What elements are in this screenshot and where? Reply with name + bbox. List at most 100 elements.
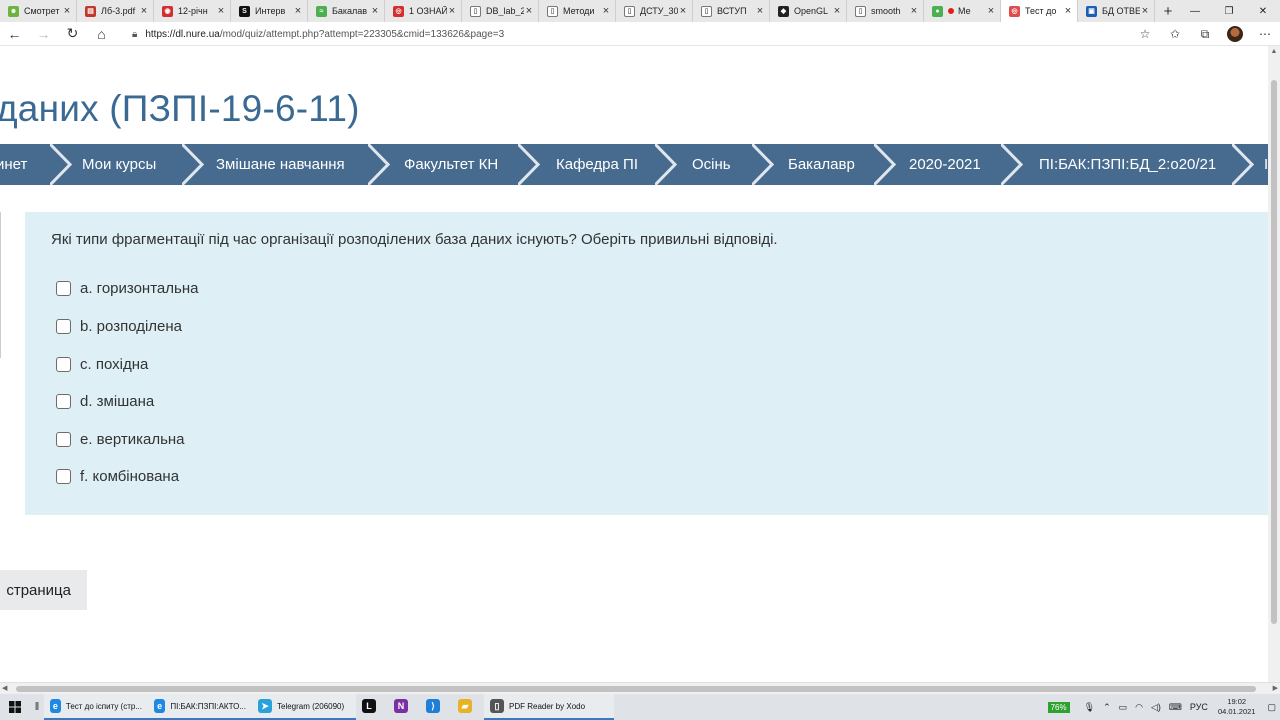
collections-icon[interactable]: ⧉ [1190, 22, 1220, 46]
answer-label[interactable]: b. розподілена [80, 318, 182, 335]
favorite-star-icon[interactable]: ☆ [1130, 22, 1160, 46]
scroll-up-icon[interactable]: ▲ [1268, 46, 1280, 58]
keyboard-icon[interactable]: ⌨ [1169, 702, 1182, 713]
minimize-icon[interactable]: — [1178, 0, 1212, 22]
url-field[interactable]: 🔒︎ https://dl.nure.ua/mod/quiz/attempt.p… [132, 22, 504, 46]
answer-checkbox[interactable] [56, 393, 71, 409]
taskbar-app[interactable]: ⟩ [420, 694, 452, 720]
answer-checkbox[interactable] [56, 468, 71, 484]
browser-tab[interactable]: S Интерв × [231, 0, 308, 22]
notifications-icon[interactable]: ▢ [1267, 702, 1276, 713]
vertical-scroll-thumb[interactable] [1271, 80, 1277, 624]
breadcrumb-item[interactable]: 2020-2021 [909, 144, 981, 185]
next-page-button[interactable]: страница [0, 570, 87, 610]
answer-option[interactable]: c. похідна [56, 352, 148, 376]
taskbar-app[interactable]: ▯ PDF Reader by Xodo [484, 694, 614, 720]
restore-icon[interactable]: ❐ [1212, 0, 1246, 22]
browser-tab[interactable]: ◎ 1 ОЗНАЙ × [385, 0, 462, 22]
taskbar-app[interactable]: e ПІ:БАК:ПЗПІ:АКТО... [148, 694, 252, 720]
answer-label[interactable]: e. вертикальна [80, 431, 185, 448]
answer-option[interactable]: f. комбінована [56, 464, 179, 488]
browser-tab[interactable]: ▯ smooth × [847, 0, 924, 22]
answer-checkbox[interactable] [56, 356, 71, 372]
browser-tab[interactable]: ▯ ДСТУ_30 × [616, 0, 693, 22]
favorites-bar-icon[interactable]: ✩ [1160, 22, 1190, 46]
volume-icon[interactable]: ◁) [1151, 702, 1161, 713]
close-tab-icon[interactable]: × [62, 5, 72, 17]
browser-tab[interactable]: ◎ Тест до × [1001, 0, 1078, 22]
close-tab-icon[interactable]: × [447, 5, 457, 17]
breadcrumb-item[interactable]: Осінь [692, 144, 731, 185]
answer-label[interactable]: d. змішана [80, 393, 154, 410]
breadcrumb-item[interactable]: Змішане навчання [216, 144, 345, 185]
task-view-icon[interactable]: ‖ [30, 694, 44, 720]
microphone-icon[interactable]: 🎙︎ [1084, 702, 1095, 713]
close-tab-icon[interactable]: × [832, 5, 842, 17]
answer-checkbox[interactable] [56, 318, 71, 334]
answer-option[interactable]: e. вертикальна [56, 427, 185, 451]
browser-tab[interactable]: ● Ме × [924, 0, 1001, 22]
answer-checkbox[interactable] [56, 280, 71, 296]
forward-icon[interactable]: → [29, 22, 58, 46]
browser-tab[interactable]: ◆ OpenGL × [770, 0, 847, 22]
language-indicator[interactable]: РУС [1190, 702, 1208, 712]
taskbar-app[interactable]: ▰ [452, 694, 484, 720]
answer-option[interactable]: d. змішана [56, 389, 154, 413]
close-tab-icon[interactable]: × [370, 5, 380, 17]
clock[interactable]: 19:02 04.01.2021 [1218, 697, 1256, 717]
answer-option[interactable]: b. розподілена [56, 314, 182, 338]
answer-label[interactable]: f. комбінована [80, 468, 179, 485]
close-tab-icon[interactable]: × [139, 5, 149, 17]
taskbar-app[interactable]: L [356, 694, 388, 720]
horizontal-scroll-thumb[interactable] [16, 686, 1256, 692]
close-tab-icon[interactable]: × [293, 5, 303, 17]
app-icon: e [50, 699, 61, 713]
close-tab-icon[interactable]: × [1140, 5, 1150, 17]
browser-tab[interactable]: ▤ Лб-3.pdf × [77, 0, 154, 22]
close-tab-icon[interactable]: × [755, 5, 765, 17]
close-tab-icon[interactable]: × [524, 5, 534, 17]
breadcrumb-item[interactable]: ПІ:БАК:ПЗПІ:БД_2:o20/21 [1039, 144, 1216, 185]
browser-tab[interactable]: ▯ Методи × [539, 0, 616, 22]
home-icon[interactable]: ⌂ [87, 22, 116, 46]
close-tab-icon[interactable]: × [909, 5, 919, 17]
answer-label[interactable]: a. горизонтальна [80, 280, 198, 297]
vertical-scrollbar[interactable]: ▲ [1268, 46, 1280, 682]
close-tab-icon[interactable]: × [678, 5, 688, 17]
answer-label[interactable]: c. похідна [80, 356, 148, 373]
taskbar-app[interactable]: ➤ Telegram (206090) [252, 694, 356, 720]
browser-tab[interactable]: ◉ 12-річн × [154, 0, 231, 22]
more-menu-icon[interactable]: ⋯ [1250, 22, 1280, 46]
battery-icon[interactable]: ▭ [1119, 702, 1128, 713]
close-tab-icon[interactable]: × [216, 5, 226, 17]
breadcrumb-separator-icon [182, 144, 204, 185]
breadcrumb-item[interactable]: Кафедра ПІ [556, 144, 638, 185]
browser-tab[interactable]: ≈ Бакалав × [308, 0, 385, 22]
profile-avatar[interactable] [1227, 26, 1243, 42]
taskbar-app[interactable]: N [388, 694, 420, 720]
breadcrumb-item[interactable]: инет [0, 144, 27, 185]
answer-option[interactable]: a. горизонтальна [56, 276, 198, 300]
back-icon[interactable]: ← [0, 22, 29, 46]
breadcrumb-item[interactable]: Факультет КН [404, 144, 498, 185]
battery-indicator[interactable]: 76% [1047, 701, 1070, 713]
refresh-icon[interactable]: ↻ [58, 22, 87, 46]
browser-tab[interactable]: ▣ БД ОТВЕ × [1078, 0, 1155, 22]
browser-tab[interactable]: ☻ Смотрет × [0, 0, 77, 22]
close-tab-icon[interactable]: × [601, 5, 611, 17]
close-tab-icon[interactable]: × [1063, 5, 1073, 17]
breadcrumb-item[interactable]: Мои курсы [82, 144, 156, 185]
breadcrumb-item[interactable]: Бакалавр [788, 144, 855, 185]
tab-title: Смотрет [24, 6, 60, 16]
windows-start-icon[interactable] [0, 694, 30, 720]
url-path: /mod/quiz/attempt.php?attempt=223305&cmi… [219, 28, 505, 40]
network-icon[interactable]: ◠ [1135, 702, 1143, 713]
browser-tab[interactable]: ▯ DB_lab_2 × [462, 0, 539, 22]
browser-tab[interactable]: ▯ ВСТУП × [693, 0, 770, 22]
horizontal-scrollbar[interactable]: ◀ ▶ [0, 682, 1280, 694]
close-window-icon[interactable]: ✕ [1246, 0, 1280, 22]
close-tab-icon[interactable]: × [986, 5, 996, 17]
tray-chevron-icon[interactable]: ⌃ [1103, 702, 1111, 713]
answer-checkbox[interactable] [56, 431, 71, 447]
taskbar-app[interactable]: e Тест до іспиту (стр... [44, 694, 148, 720]
